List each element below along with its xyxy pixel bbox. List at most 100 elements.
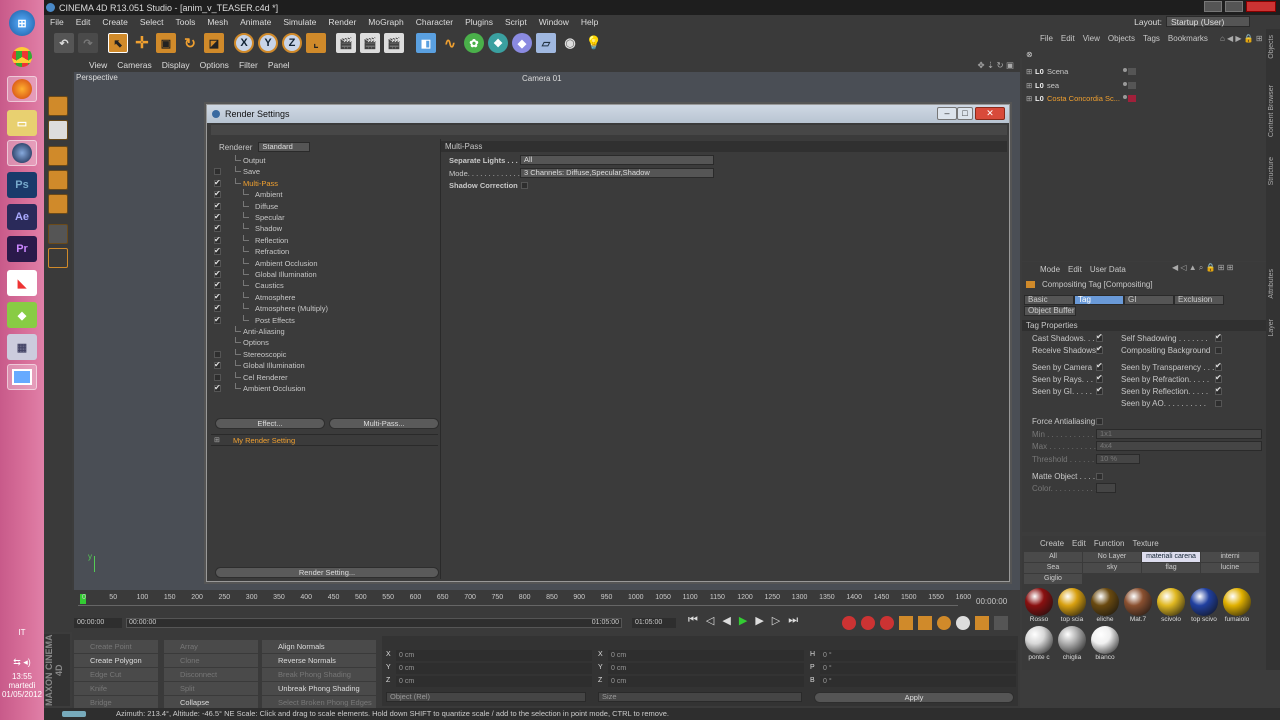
premiere-icon[interactable]: Pr [7,236,37,262]
tree-item-checkbox[interactable] [214,350,221,358]
mesh-tool-button[interactable]: Unbreak Phong Shading [262,682,376,695]
rotate-tool-icon[interactable]: ↻ [180,33,200,53]
coordinate-field[interactable]: 0 cm [396,650,592,661]
nurbs-icon[interactable]: ✿ [464,33,484,53]
edit-render-settings-icon[interactable]: 🎬 [384,33,404,53]
menu-script[interactable]: Script [499,17,533,27]
force-aa-checkbox[interactable] [1096,418,1103,425]
tag-property-checkbox[interactable] [1215,347,1222,354]
key-position-icon[interactable] [899,616,913,630]
dialog-minimize-button[interactable]: – [937,107,957,120]
threshold-field[interactable]: 10 % [1096,454,1140,464]
autokey-icon[interactable] [861,616,875,630]
select-tool-icon[interactable]: ⬉ [108,33,128,53]
object-row[interactable]: ⊞ L0 Scena [1022,65,1266,78]
deformer-icon[interactable]: ◆ [512,33,532,53]
prev-key-icon[interactable]: ◁ [706,614,714,627]
mesh-tool-button[interactable]: Disconnect [164,668,258,681]
spline-icon[interactable]: ∿ [440,33,460,53]
dialog-title-bar[interactable]: Render Settings – □ ✕ [207,105,1009,123]
visibility-dot[interactable] [1123,95,1127,99]
material-swatch[interactable]: eliche [1090,588,1120,624]
tree-item[interactable]: Cel Renderer [211,371,438,383]
light-icon[interactable]: 💡 [584,33,604,53]
tree-item[interactable]: ✔ Atmosphere [211,291,438,303]
menu-edit[interactable]: Edit [70,17,97,27]
dialog-close-button[interactable]: ✕ [975,107,1005,120]
object-row[interactable]: ⊞ L0 sea [1022,79,1266,92]
menu-help[interactable]: Help [575,17,604,27]
tree-item[interactable]: ✔ Caustics [211,280,438,291]
chrome-icon[interactable] [7,44,37,70]
key-scale-icon[interactable] [918,616,932,630]
key-rotation-icon[interactable] [937,616,951,630]
menu-animate[interactable]: Animate [234,17,277,27]
expand-icon[interactable]: ⊞ [1026,92,1032,105]
tree-item[interactable]: Anti-Aliasing [211,326,438,337]
tree-item[interactable]: ✔ Global Illumination [211,360,438,371]
material-swatch[interactable]: bianco [1090,626,1120,662]
material-layer-tab[interactable]: lucine [1201,563,1259,573]
tab-attributes[interactable]: Attributes [1268,269,1278,299]
object-row[interactable]: ⊞ L0 Costa Concordia Sc... [1022,92,1266,105]
y-axis-icon[interactable]: Y [258,33,278,53]
render-view-icon[interactable]: 🎬 [336,33,356,53]
tree-item[interactable]: ✔ Diffuse [211,200,438,212]
maximize-button[interactable] [1225,1,1243,12]
tree-item[interactable]: Stereoscopic [211,348,438,360]
firefox-icon[interactable] [7,76,37,102]
tree-item[interactable]: ✔ Ambient Occlusion [211,383,438,394]
floor-icon[interactable]: ▱ [536,33,556,53]
object-menu-view[interactable]: View [1083,34,1100,43]
attribute-menu-mode[interactable]: Mode [1040,265,1060,274]
clock-time[interactable]: 13:55 [0,672,44,681]
material-menu-texture[interactable]: Texture [1133,539,1159,548]
multipass-button[interactable]: Multi-Pass... [329,418,439,429]
render-setting-button[interactable]: Render Setting... [215,567,439,578]
mesh-tool-button[interactable]: Break Phong Shading [262,668,376,681]
timeline-menu-icon[interactable] [994,616,1008,630]
recent-tool-icon[interactable]: ◪ [204,33,224,53]
expand-icon[interactable]: ⊞ [1026,65,1032,78]
tree-item-checkbox[interactable] [214,168,221,176]
redo-icon[interactable]: ↷ [78,33,98,53]
calculator-icon[interactable]: ▦ [7,334,37,360]
coordinate-field[interactable]: 0 ° [820,663,1016,674]
menu-create[interactable]: Create [96,17,134,27]
matte-object-checkbox[interactable] [1096,473,1103,480]
object-name[interactable]: Scena [1047,65,1068,78]
tab-basic[interactable]: Basic [1024,295,1074,305]
material-swatch[interactable]: ponte c [1024,626,1054,662]
make-editable-icon[interactable] [48,96,68,116]
move-tool-icon[interactable]: ✛ [132,33,152,53]
tab-objects[interactable]: Objects [1268,35,1278,59]
menu-plugins[interactable]: Plugins [459,17,499,27]
effect-button[interactable]: Effect... [215,418,325,429]
close-button[interactable] [1246,1,1276,12]
expand-icon[interactable]: ⊞ [1026,79,1032,92]
dialog-maximize-button[interactable]: □ [957,107,973,120]
object-menu-edit[interactable]: Edit [1061,34,1075,43]
array-icon[interactable]: ❖ [488,33,508,53]
photoshop-icon[interactable]: Ps [7,172,37,198]
matte-color-swatch[interactable] [1096,483,1116,493]
material-menu-edit[interactable]: Edit [1072,539,1086,548]
mesh-tool-button[interactable]: Reverse Normals [262,654,376,667]
step-forward-icon[interactable]: ▶ [755,614,763,627]
render-picture-viewer-icon[interactable]: 🎬 [360,33,380,53]
key-pla-icon[interactable] [975,616,989,630]
camera-icon[interactable]: ◉ [560,33,580,53]
explorer-folder-icon[interactable]: ▭ [7,110,37,136]
next-key-icon[interactable]: ▷ [772,614,780,627]
tree-item[interactable]: ✔ Shadow [211,223,438,234]
coordinate-field[interactable]: 0 cm [608,650,804,661]
tab-layer[interactable]: Layer [1268,319,1278,337]
time-range-slider[interactable]: 00:00:00 01:05:00 [126,618,622,628]
tree-item[interactable]: ✔ Atmosphere (Multiply) [211,303,438,314]
visibility-dot[interactable] [1123,81,1127,86]
coordinate-field[interactable]: 0 ° [820,676,1016,687]
start-button-icon[interactable]: ⊞ [9,10,35,36]
scale-tool-icon[interactable]: ▣ [156,33,176,53]
attribute-menu-user-data[interactable]: User Data [1090,265,1126,274]
tree-item[interactable]: ✔ Ambient [211,189,438,200]
